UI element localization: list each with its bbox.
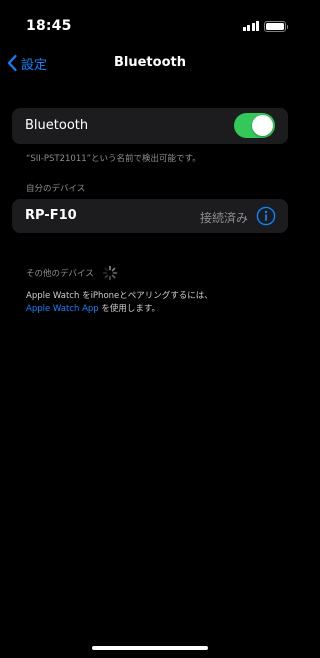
page-title: Bluetooth — [114, 55, 186, 70]
my-devices-header: 自分のデバイス — [26, 184, 86, 194]
signal-icon — [242, 21, 259, 31]
watch-note-line2: Apple Watch App を使用します。 — [26, 303, 286, 316]
info-icon[interactable] — [256, 206, 276, 226]
device-row[interactable]: RP-F10 接続済み — [12, 199, 288, 233]
navigation-bar: 設定 Bluetooth — [0, 44, 300, 80]
home-indicator[interactable] — [92, 646, 208, 650]
watch-note-line1: Apple Watch をiPhoneとペアリングするには、 — [26, 291, 213, 301]
other-devices-label: その他のデバイス — [26, 269, 94, 279]
status-bar: 18:45 — [0, 0, 300, 44]
status-icons — [242, 20, 288, 32]
discoverable-note: “SII-PST21011”という名前で検出可能です。 — [26, 154, 201, 164]
toggle-knob — [252, 115, 273, 136]
apple-watch-app-link[interactable]: Apple Watch App — [26, 304, 99, 314]
watch-note-suffix: を使用します。 — [101, 304, 161, 314]
bluetooth-toggle-row: Bluetooth — [12, 108, 288, 144]
device-name: RP-F10 — [25, 208, 77, 223]
device-status: 接続済み — [199, 211, 248, 225]
loading-spinner-icon — [102, 265, 118, 281]
apple-watch-note: Apple Watch をiPhoneとペアリングするには、 Apple Wat… — [26, 290, 286, 316]
status-time: 18:45 — [26, 18, 72, 34]
bluetooth-label: Bluetooth — [25, 118, 89, 133]
battery-icon — [264, 20, 288, 32]
other-devices-header: その他のデバイス — [26, 265, 118, 281]
bluetooth-toggle[interactable] — [234, 113, 275, 138]
